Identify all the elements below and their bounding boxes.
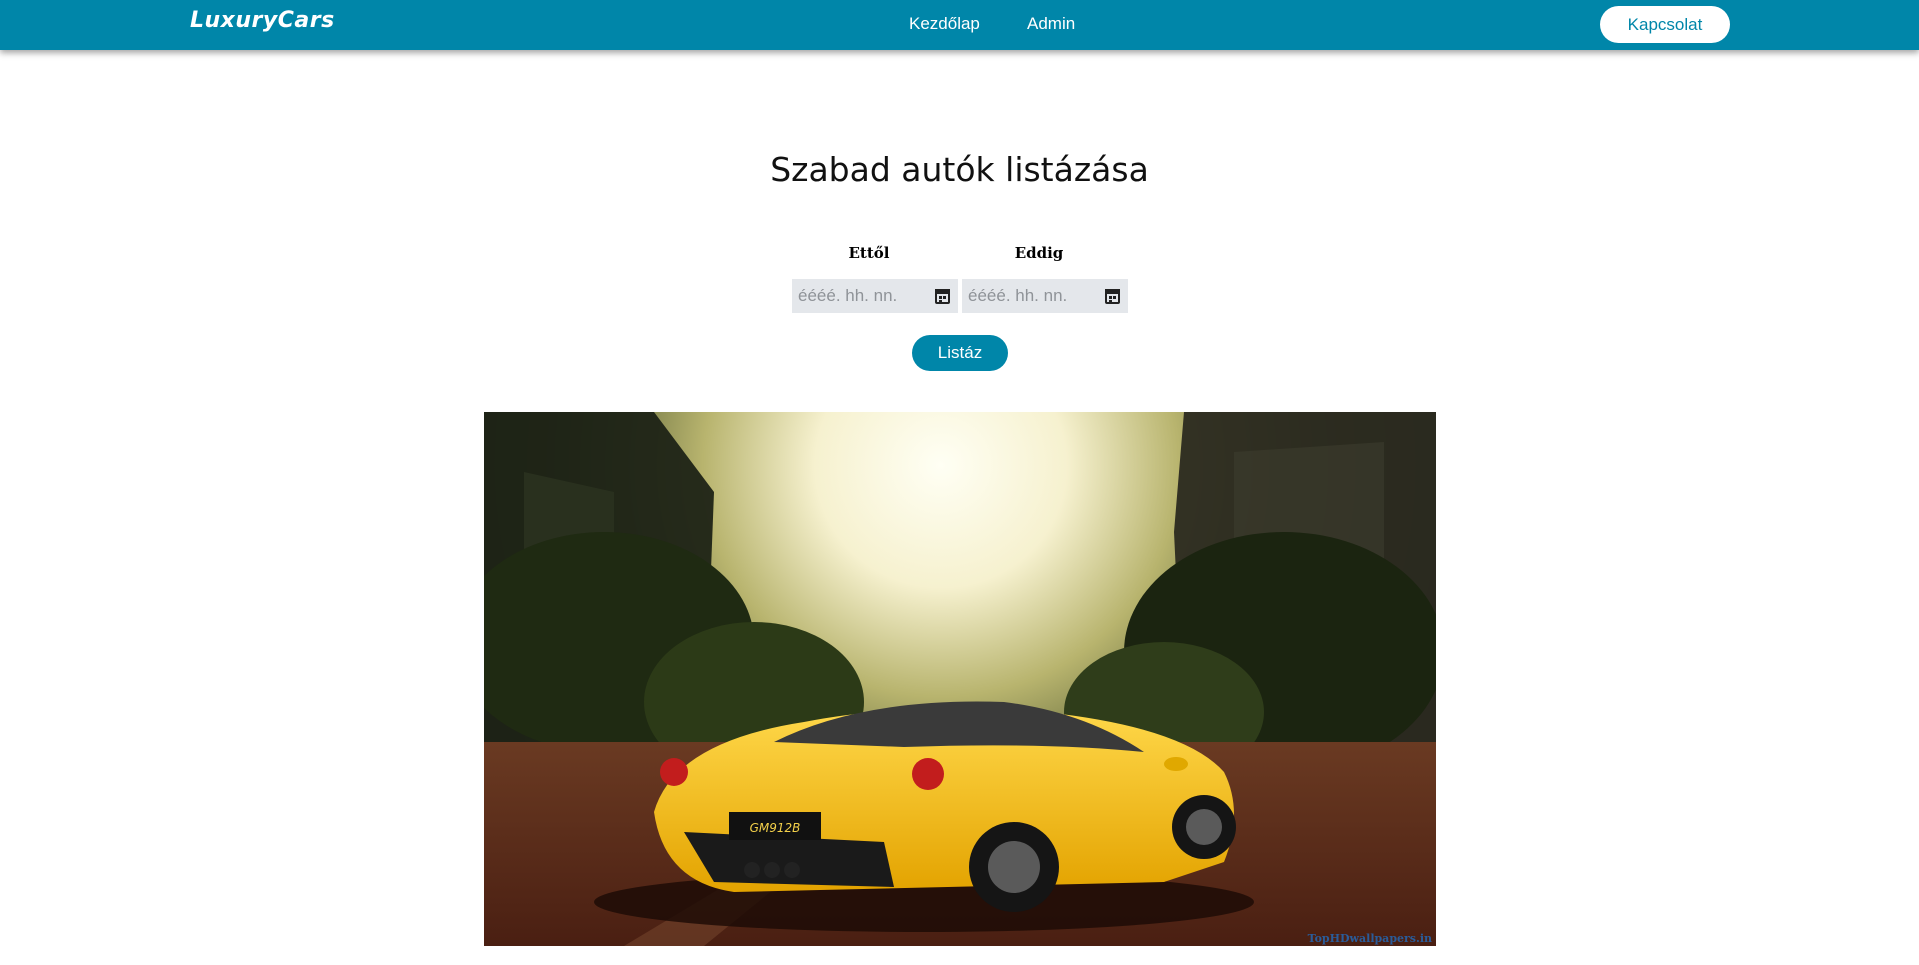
list-button[interactable]: Listáz — [912, 335, 1008, 371]
license-plate: GM912B — [750, 821, 801, 835]
to-date-placeholder: éééé. hh. nn. — [968, 286, 1068, 305]
nav-link-admin[interactable]: Admin — [1027, 14, 1075, 34]
contact-button[interactable]: Kapcsolat — [1600, 6, 1730, 43]
hero-illustration: GM912B — [484, 412, 1436, 946]
nav-link-home[interactable]: Kezdőlap — [909, 14, 980, 34]
from-label: Ettől — [848, 244, 890, 262]
hero-image: GM912B TopHDwallpapers.in — [484, 412, 1436, 946]
navbar: LuxuryCars Kezdőlap Admin Kapcsolat — [0, 0, 1919, 50]
logo[interactable]: LuxuryCars — [190, 8, 335, 33]
from-date-input[interactable]: éééé. hh. nn. — [792, 279, 958, 313]
calendar-icon[interactable] — [1105, 288, 1120, 304]
wallpaper-watermark: TopHDwallpapers.in — [1307, 932, 1432, 945]
from-date-placeholder: éééé. hh. nn. — [798, 286, 898, 305]
calendar-icon[interactable] — [935, 288, 950, 304]
to-date-input[interactable]: éééé. hh. nn. — [962, 279, 1128, 313]
page-title: Szabad autók listázása — [770, 150, 1149, 189]
to-label: Eddig — [1014, 244, 1064, 262]
